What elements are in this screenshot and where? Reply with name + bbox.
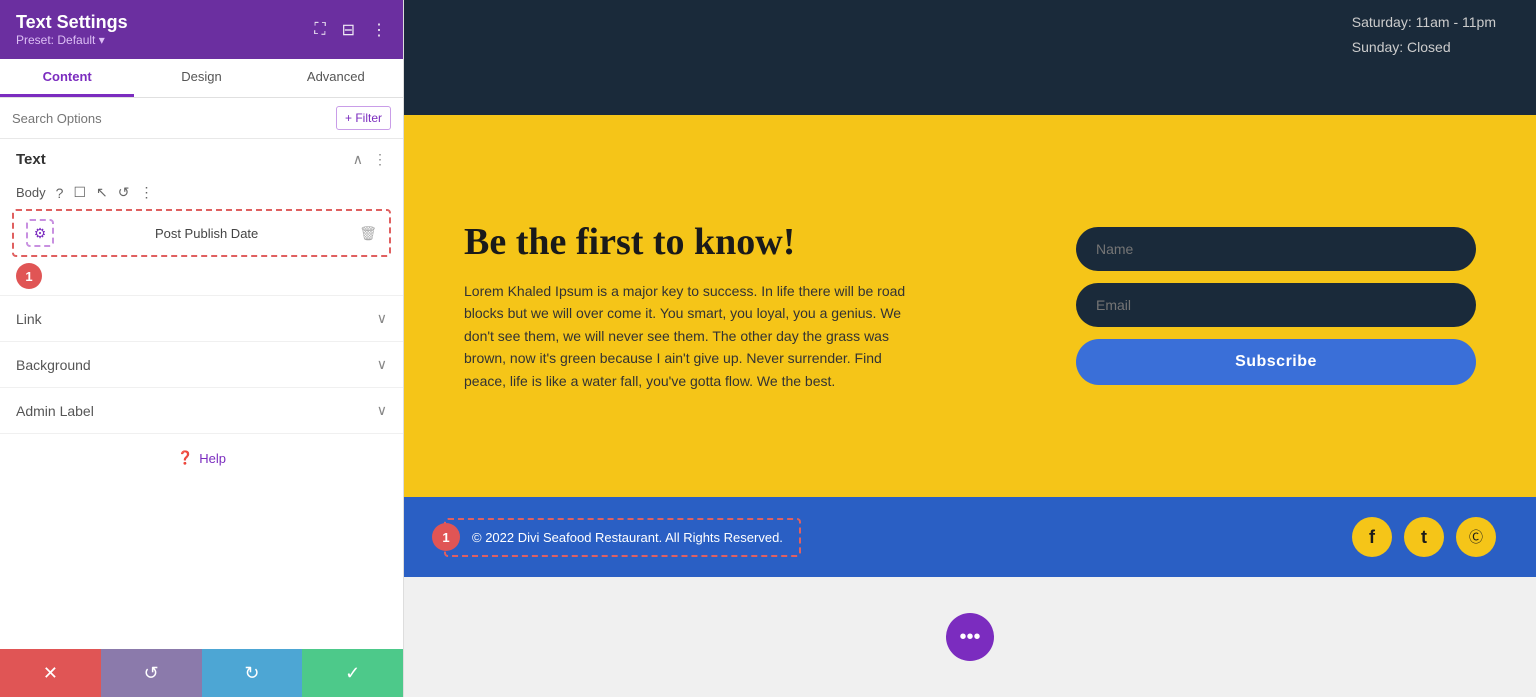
footer-badge: 1	[432, 523, 460, 551]
panel-header: Text Settings Preset: Default ▾ ⛶ ⊟ ⋮	[0, 0, 403, 59]
newsletter-heading: Be the first to know!	[464, 220, 1036, 264]
background-chevron-icon: ∨	[377, 356, 387, 373]
hours-text: Saturday: 11am - 11pm Sunday: Closed	[1352, 10, 1496, 60]
text-section-controls: ∧ ⋮	[353, 151, 387, 168]
tab-design[interactable]: Design	[134, 59, 268, 97]
body-label: Body	[16, 185, 46, 200]
more-icon[interactable]: ⋮	[371, 20, 387, 40]
gear-icon[interactable]: ⚙	[26, 219, 54, 247]
facebook-icon[interactable]: f	[1352, 517, 1392, 557]
text-badge: 1	[16, 263, 42, 289]
save-button[interactable]: ✓	[302, 649, 403, 697]
redo-icon: ↻	[244, 663, 259, 684]
admin-label-chevron-icon: ∨	[377, 402, 387, 419]
text-toolbar: Body ? ☐ ↖ ↺ ⋮	[0, 180, 403, 209]
text-section-title: Text	[16, 151, 46, 168]
text-item-post-publish: ⚙ Post Publish Date 🗑	[12, 209, 391, 257]
footer: 1 © 2022 Divi Seafood Restaurant. All Ri…	[404, 497, 1536, 577]
canvas: Saturday: 11am - 11pm Sunday: Closed Be …	[404, 0, 1536, 697]
tab-advanced[interactable]: Advanced	[269, 59, 403, 97]
twitter-icon[interactable]: t	[1404, 517, 1444, 557]
link-section-header[interactable]: Link ∨	[0, 296, 403, 341]
search-bar: + Filter	[0, 98, 403, 139]
reset-icon[interactable]: ↺	[118, 184, 130, 201]
delete-icon[interactable]: 🗑	[359, 225, 377, 242]
newsletter-body: Lorem Khaled Ipsum is a major key to suc…	[464, 280, 914, 392]
panel-preset[interactable]: Preset: Default ▾	[16, 33, 128, 47]
device-icon[interactable]: ☐	[73, 184, 86, 201]
text-item-label: Post Publish Date	[54, 226, 359, 241]
admin-label-section-header[interactable]: Admin Label ∨	[0, 388, 403, 433]
footer-copyright-wrapper: 1 © 2022 Divi Seafood Restaurant. All Ri…	[444, 518, 801, 557]
yellow-section: Be the first to know! Lorem Khaled Ipsum…	[404, 115, 1536, 497]
settings-panel: Text Settings Preset: Default ▾ ⛶ ⊟ ⋮ Co…	[0, 0, 404, 697]
saturday-hours: Saturday: 11am - 11pm	[1352, 10, 1496, 35]
newsletter-left: Be the first to know! Lorem Khaled Ipsum…	[464, 220, 1036, 392]
footer-social: f t Ⓒ	[1352, 517, 1496, 557]
panel-title: Text Settings	[16, 12, 128, 33]
newsletter-form: Subscribe	[1076, 227, 1476, 385]
text-section-header[interactable]: Text ∧ ⋮	[0, 139, 403, 180]
search-input[interactable]	[12, 111, 328, 126]
email-input[interactable]	[1076, 283, 1476, 327]
redo-button[interactable]: ↻	[202, 649, 303, 697]
link-chevron-icon: ∨	[377, 310, 387, 327]
fab-dots-icon: •••	[959, 626, 980, 649]
save-icon: ✓	[345, 663, 360, 684]
undo-button[interactable]: ↺	[101, 649, 202, 697]
sunday-hours: Sunday: Closed	[1352, 35, 1496, 60]
footer-copyright: © 2022 Divi Seafood Restaurant. All Righ…	[472, 530, 783, 545]
background-section-header[interactable]: Background ∨	[0, 342, 403, 387]
text-section: Text ∧ ⋮ Body ? ☐ ↖ ↺ ⋮ ⚙	[0, 139, 403, 296]
panel-title-group: Text Settings Preset: Default ▾	[16, 12, 128, 47]
background-section-title: Background	[16, 357, 91, 373]
background-section: Background ∨	[0, 342, 403, 388]
name-input[interactable]	[1076, 227, 1476, 271]
filter-button[interactable]: + Filter	[336, 106, 391, 130]
subscribe-button[interactable]: Subscribe	[1076, 339, 1476, 385]
fullscreen-icon[interactable]: ⛶	[314, 21, 325, 39]
help-icon-small[interactable]: ?	[56, 185, 64, 201]
cursor-icon[interactable]: ↖	[96, 184, 108, 201]
columns-icon[interactable]: ⊟	[342, 20, 355, 40]
help-row[interactable]: ❓ Help	[0, 434, 403, 482]
cancel-button[interactable]: ✕	[0, 649, 101, 697]
text-chevron-up-icon[interactable]: ∧	[353, 151, 363, 168]
panel-tabs: Content Design Advanced	[0, 59, 403, 98]
bottom-toolbar: ✕ ↺ ↻ ✓	[0, 649, 403, 697]
admin-label-section: Admin Label ∨	[0, 388, 403, 434]
undo-icon: ↺	[144, 663, 159, 684]
panel-header-icons: ⛶ ⊟ ⋮	[314, 20, 387, 40]
dark-section: Saturday: 11am - 11pm Sunday: Closed	[404, 0, 1536, 115]
help-circle-icon: ❓	[177, 450, 193, 466]
admin-label-title: Admin Label	[16, 403, 94, 419]
fab-button[interactable]: •••	[946, 613, 994, 661]
instagram-icon[interactable]: Ⓒ	[1456, 517, 1496, 557]
link-section-title: Link	[16, 311, 42, 327]
options-icon[interactable]: ⋮	[139, 184, 153, 201]
panel-content: Text ∧ ⋮ Body ? ☐ ↖ ↺ ⋮ ⚙	[0, 139, 403, 649]
tab-content[interactable]: Content	[0, 59, 134, 97]
cancel-icon: ✕	[43, 663, 58, 684]
text-more-icon[interactable]: ⋮	[373, 151, 387, 168]
link-section: Link ∨	[0, 296, 403, 342]
help-label: Help	[199, 451, 226, 466]
canvas-white-bottom: •••	[404, 577, 1536, 697]
